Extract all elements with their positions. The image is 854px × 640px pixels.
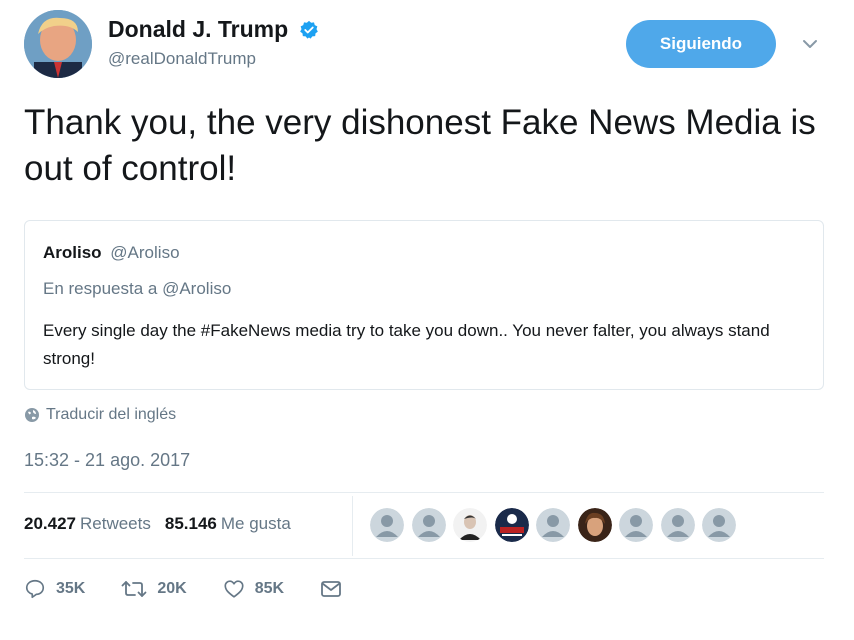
quoted-handle: @Aroliso (110, 243, 180, 262)
tweet-text: Thank you, the very dishonest Fake News … (24, 103, 816, 188)
quoted-tweet[interactable]: Aroliso @Aroliso En respuesta a @Aroliso… (24, 220, 824, 390)
liker-default-avatar[interactable] (370, 508, 404, 542)
tweet-stats: 20.427 Retweets 85.146 Me gusta (24, 514, 305, 534)
user-handle[interactable]: @realDonaldTrump (108, 49, 319, 69)
stats-divider (352, 496, 353, 556)
likes-label[interactable]: Me gusta (221, 514, 291, 534)
globe-icon (25, 408, 39, 422)
quoted-name: Aroliso (43, 243, 102, 262)
quoted-author: Aroliso @Aroliso (43, 243, 180, 263)
divider-bottom (24, 558, 824, 559)
display-name[interactable]: Donald J. Trump (108, 16, 288, 43)
retweet-icon (121, 581, 147, 597)
liker-default-avatar[interactable] (536, 508, 570, 542)
verified-badge-icon (299, 20, 318, 39)
message-action[interactable] (320, 579, 342, 599)
like-action[interactable]: 85K (223, 578, 284, 600)
tweet-actions: 35K 20K 85K (24, 578, 378, 600)
liker-avatar[interactable] (494, 508, 529, 542)
retweet-count: 20K (157, 580, 187, 597)
reply-icon (25, 579, 45, 599)
retweet-action[interactable]: 20K (121, 578, 187, 600)
liker-avatar[interactable] (577, 508, 612, 542)
envelope-icon (321, 581, 341, 597)
liker-default-avatar[interactable] (619, 508, 653, 542)
retweets-label[interactable]: Retweets (80, 514, 151, 534)
tweet-header: Donald J. Trump @realDonaldTrump Siguien… (24, 10, 830, 80)
reply-count: 35K (56, 580, 86, 597)
translate-link[interactable]: Traducir del inglés (24, 406, 176, 424)
reply-action[interactable]: 35K (24, 578, 85, 600)
liker-default-avatar[interactable] (660, 508, 695, 542)
liker-default-avatar[interactable] (702, 508, 736, 542)
translate-label[interactable]: Traducir del inglés (46, 406, 176, 424)
user-avatar[interactable] (24, 10, 92, 78)
chevron-down-icon[interactable] (800, 34, 820, 54)
liker-avatar[interactable] (453, 508, 487, 542)
quoted-reply-to: En respuesta a @Aroliso (43, 279, 232, 298)
likers-row (370, 508, 744, 542)
following-button[interactable]: Siguiendo (626, 20, 776, 68)
likes-count[interactable]: 85.146 (165, 514, 217, 534)
retweets-count[interactable]: 20.427 (24, 514, 76, 534)
heart-icon (224, 580, 244, 598)
user-name-block: Donald J. Trump @realDonaldTrump (108, 16, 319, 69)
like-count: 85K (254, 580, 285, 597)
divider-top (24, 492, 824, 493)
quoted-text: Every single day the #FakeNews media try… (43, 321, 770, 368)
tweet-timestamp: 15:32 - 21 ago. 2017 (24, 450, 191, 470)
liker-default-avatar[interactable] (411, 508, 446, 542)
